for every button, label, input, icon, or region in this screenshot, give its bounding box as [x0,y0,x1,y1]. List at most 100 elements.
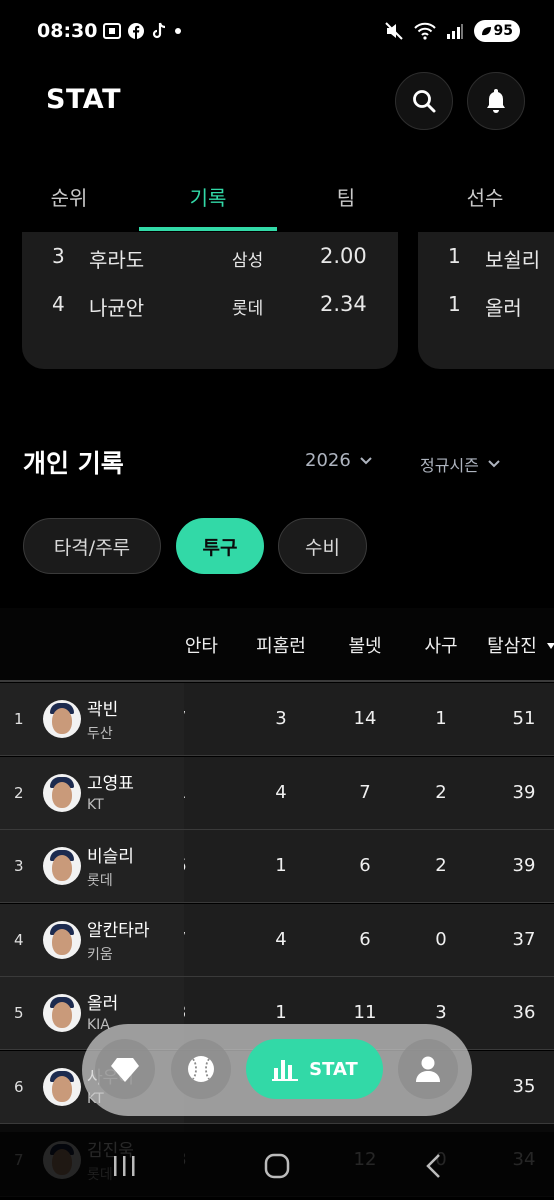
leader-team: 롯데 [232,299,264,319]
tab-records[interactable]: 기록 [139,160,277,232]
notification-button[interactable] [467,72,525,130]
mute-icon [384,22,403,40]
year-value: 2026 [305,450,351,471]
leader-rank: 1 [448,244,461,268]
chevron-down-icon [488,460,500,468]
nav-stat-label: STAT [309,1058,358,1080]
leader-name: 나균안 [89,296,145,320]
person-icon [416,1056,440,1082]
player-avatar [43,773,81,812]
player-name: 고영표 [87,773,134,794]
chip-batting[interactable]: 타격/주루 [23,518,161,574]
player-cell[interactable]: 1 곽빈 두산 [0,683,184,755]
player-cell[interactable]: 2 고영표 KT [0,756,184,829]
cell-so: 39 [512,781,536,803]
cell-hbp: 3 [435,1002,447,1023]
nav-home-button[interactable] [95,1039,155,1099]
col-hbp[interactable]: 사구 [412,632,470,658]
battery-indicator: 95 [473,20,520,42]
row-rank: 1 [14,710,24,728]
cell-hbp: 0 [435,928,447,950]
player-avatar [43,920,81,959]
player-avatar [43,994,81,1032]
leader-row: 1 보쉴리 [418,244,554,274]
status-time: 08:30 [37,20,98,42]
player-name: 곽빈 [87,700,119,720]
year-dropdown[interactable]: 2026 [305,450,373,471]
system-navigation-bar [0,1132,554,1200]
status-system-icons: 95 [384,20,520,42]
row-rank: 4 [14,930,24,949]
tab-team[interactable]: 팀 [277,160,415,232]
col-hits[interactable]: 안타 [178,632,218,658]
col-hr[interactable]: 피홈런 [244,632,318,658]
player-team: 키움 [87,946,113,963]
tiktok-icon [152,22,166,39]
recent-apps-icon [114,1156,135,1176]
table-row[interactable]: 41472392고영표KT [0,756,554,830]
status-notification-icons [103,22,182,40]
floating-nav-bar: STAT [82,1024,472,1116]
home-button[interactable] [257,1150,297,1182]
nav-profile-button[interactable] [398,1039,458,1099]
cell-bb: 6 [359,928,371,950]
player-team: KT [87,796,104,813]
cell-bb: 6 [359,855,371,876]
leader-name: 올러 [485,296,522,320]
tab-ranking[interactable]: 순위 [0,160,138,232]
col-so[interactable]: 탈삼진 [480,632,544,658]
recent-apps-button[interactable] [104,1150,144,1182]
leader-value: 2.34 [320,292,367,316]
back-icon [426,1154,440,1178]
leader-rank: 4 [52,292,65,316]
charging-icon [481,27,491,36]
status-bar: 08:30 95 [0,0,554,64]
col-bb[interactable]: 볼넷 [330,632,400,658]
bell-icon [487,89,505,113]
player-cell[interactable]: 4 알칸타라 키움 [0,903,184,976]
cell-bb: 11 [353,1002,377,1023]
player-name: 올러 [87,994,119,1014]
diamond-field-icon [111,1058,139,1082]
table-row[interactable]: 373141511곽빈두산 [0,683,554,756]
cell-bb: 14 [353,708,377,729]
leader-card-next[interactable]: 1 보쉴리 1 올러 [418,232,554,369]
row-rank: 3 [14,857,24,875]
player-avatar [43,847,81,885]
cell-hr: 3 [275,708,287,729]
table-row[interactable]: 47460374알칸타라키움 [0,903,554,977]
season-dropdown[interactable]: 정규시즌 [420,452,501,476]
battery-level: 95 [493,23,513,39]
cell-hbp: 2 [435,855,447,876]
chip-fielding[interactable]: 수비 [278,518,367,574]
table-header: 안타 피홈런 볼넷 사구 탈삼진 [0,608,554,682]
cell-so: 37 [512,928,536,950]
table-row[interactable]: 36162393비슬리롯데 [0,830,554,903]
nav-stat-button[interactable]: STAT [246,1039,383,1099]
player-cell[interactable]: 3 비슬리롯데 [0,830,184,902]
home-icon [264,1153,290,1179]
cell-hr: 4 [275,928,287,950]
search-icon [413,90,436,113]
cell-bb: 7 [359,781,371,803]
leader-name: 후라도 [89,248,145,272]
nav-game-button[interactable] [171,1039,231,1099]
cell-so: 39 [512,855,536,876]
leader-team: 삼성 [232,251,264,271]
facebook-icon [128,23,144,39]
tab-player[interactable]: 선수 [416,160,554,232]
sort-desc-icon[interactable] [546,642,554,650]
dot-icon [175,28,181,34]
cell-hr: 1 [275,855,287,876]
player-team: 롯데 [87,873,113,889]
chip-pitching[interactable]: 투구 [176,518,264,574]
cell-hr: 1 [275,1002,287,1023]
search-button[interactable] [395,72,453,130]
leader-card-era[interactable]: 3 후라도 삼성 2.00 4 나균안 롯데 2.34 [22,232,398,369]
cell-hbp: 2 [435,781,447,803]
back-button[interactable] [414,1150,454,1182]
player-name: 비슬리 [87,847,134,867]
leader-value: 2.00 [320,244,367,268]
leader-rank: 3 [52,244,65,268]
baseball-icon [188,1056,214,1082]
